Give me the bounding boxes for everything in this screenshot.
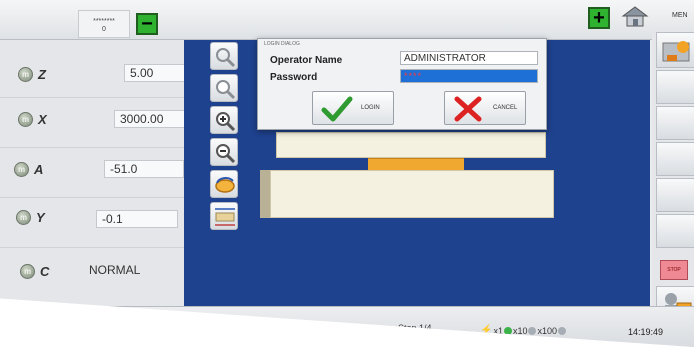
axis-row-x: m X 3000.00 [0,98,186,148]
zoom-fit-icon [216,48,236,68]
clock: 14:19:49 [628,327,664,337]
jog-x10-led-icon [528,326,537,335]
step-indicator: Step 1/4 [398,323,432,333]
axis-row-a: m A -51.0 [0,148,184,198]
operator-name-label: Operator Name [270,55,343,66]
axis-letter: A [34,162,44,177]
force-readout: FORCE = 1 [160,314,202,323]
jog-x1[interactable]: x1 [493,326,503,336]
mp-readout: MP = 5.00 [106,313,143,322]
login-button-label: LOGIN [361,105,380,111]
axis-home-icon[interactable]: m [18,112,33,127]
plus-icon: + [593,7,605,29]
program-tile-text: ******** [93,18,115,25]
rotate-button[interactable] [210,170,238,198]
password-field[interactable]: **** [400,69,538,83]
jog-x100-led-icon [558,326,567,335]
home-icon[interactable] [620,4,650,28]
axis-row-y: m Y -0.1 [0,198,184,248]
axis-letter: X [38,112,47,127]
axis-home-icon[interactable]: m [20,264,35,279]
zoom-out-icon [216,144,236,164]
jog-x100[interactable]: x100 [537,326,557,336]
axis-home-icon[interactable]: m [18,67,33,82]
status-bar: TEST-2D-02 MP = 5.00 FORCE = 1 Step 1/4 … [0,306,694,347]
plus-button[interactable]: + [588,7,610,29]
magnifier-icon [216,80,236,100]
side-button-3[interactable] [656,142,694,176]
zoom-in-icon [216,112,236,132]
axis-value[interactable]: -51.0 [104,160,184,178]
machine-hmi-screen: ******** 0 − + MEN m Z 5.00 m X 3000.00 … [0,0,694,347]
jog-x1-led-icon [503,326,512,335]
magnifier-button[interactable] [210,74,238,102]
zoom-in-button[interactable] [210,106,238,134]
program-tile[interactable]: ******** 0 [78,10,130,38]
rotate-icon [215,177,235,193]
jog-x10[interactable]: x10 [513,326,528,336]
axis-home-icon[interactable]: m [14,162,29,177]
zoom-fit-button[interactable] [210,42,238,70]
dimension-button[interactable] [210,202,238,230]
machine-status-button[interactable] [656,32,694,68]
program-tile-sub: 0 [102,26,106,33]
axis-letter: C [40,264,50,279]
axis-value[interactable]: -0.1 [96,210,178,228]
side-button-2[interactable] [656,106,694,140]
part-slab-top [276,132,546,158]
program-name: TEST-2D-02 [6,309,51,318]
minus-button[interactable]: − [136,13,158,35]
cancel-button[interactable]: CANCEL [444,91,526,125]
zoom-out-button[interactable] [210,138,238,166]
axis-letter: Y [36,210,45,225]
axis-value[interactable]: 3000.00 [114,110,186,128]
machine-icon [662,41,690,62]
axis-panel: m Z 5.00 m X 3000.00 m A -51.0 m Y -0.1 … [0,40,194,310]
menu-label[interactable]: MEN [672,12,688,19]
axis-mode-value[interactable]: NORMAL [84,262,174,280]
side-button-1[interactable] [656,70,694,104]
dimension-icon [215,208,235,226]
lightning-icon: ⚡ [480,325,493,336]
cancel-x-icon [454,96,482,122]
password-label: Password [270,72,318,83]
right-toolbar: STOP [652,28,694,328]
part-slab-bottom [270,170,554,218]
side-button-4[interactable] [656,178,694,212]
axis-letter: Z [38,67,46,82]
jog-speed-selector: ⚡ x1 x10 x100 [480,325,567,336]
cancel-button-label: CANCEL [493,105,518,111]
dialog-title: LOGIN DIALOG [264,41,300,47]
side-button-5[interactable] [656,214,694,248]
axis-row-c: m C NORMAL [0,250,184,300]
axis-row-z: m Z 5.00 [0,48,194,98]
view-tools [210,40,240,240]
operator-name-field[interactable]: ADMINISTRATOR [400,51,538,65]
top-bar: ******** 0 − + MEN [0,0,694,40]
minus-icon: − [141,13,153,35]
checkmark-icon [321,96,353,122]
axis-home-icon[interactable]: m [16,210,31,225]
stop-button[interactable]: STOP [660,260,688,280]
login-button[interactable]: LOGIN [312,91,394,125]
login-dialog: LOGIN DIALOG Operator Name ADMINISTRATOR… [257,38,547,130]
